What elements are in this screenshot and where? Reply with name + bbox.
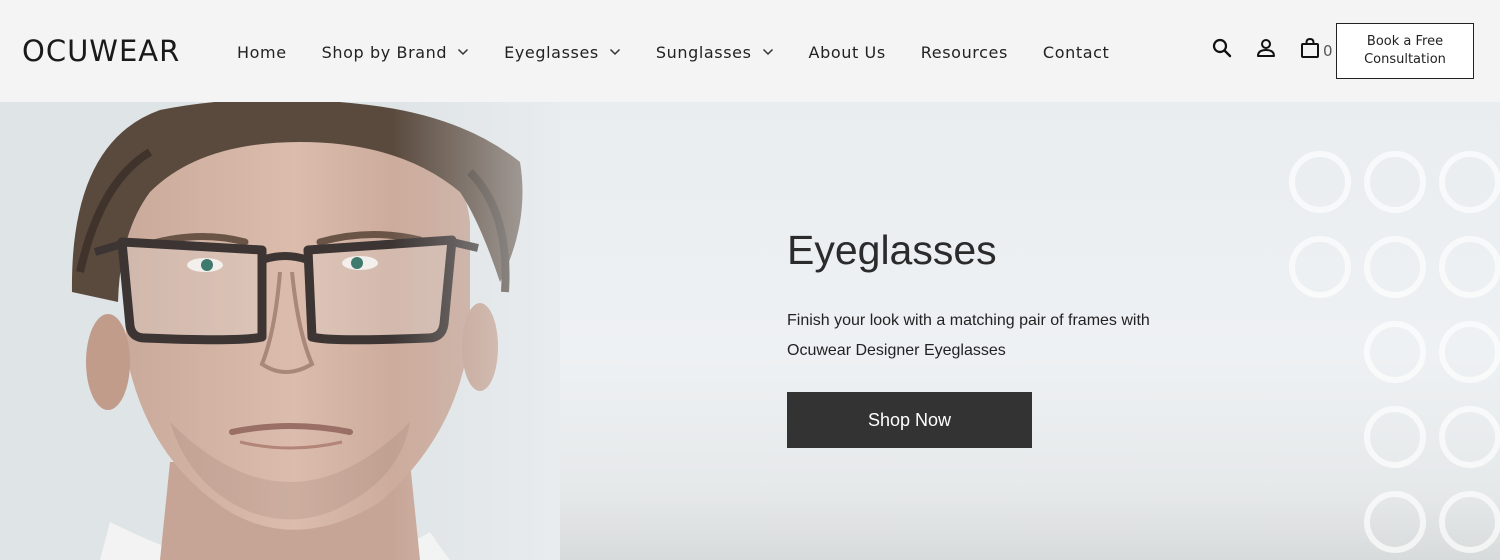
brand-logo[interactable]: OCUWEAR [22, 34, 180, 68]
nav-item-sunglasses[interactable]: Sunglasses [656, 43, 774, 62]
hero-banner: Eyeglasses Finish your look with a match… [0, 102, 1500, 560]
nav-item-contact[interactable]: Contact [1043, 43, 1109, 62]
main-nav: Home Shop by Brand Eyeglasses Sunglasses… [237, 40, 1144, 64]
book-consultation-button[interactable]: Book a Free Consultation [1336, 23, 1474, 79]
header-icons: 0 [1210, 36, 1333, 60]
hero-image [0, 102, 560, 560]
nav-item-label: Contact [1042, 42, 1110, 62]
shopping-bag-icon[interactable] [1298, 36, 1322, 60]
nav-item-label: About Us [808, 42, 886, 62]
nav-item-label: Home [237, 42, 287, 62]
decorative-rings [1289, 151, 1500, 553]
hero-description: Finish your look with a matching pair of… [787, 312, 1150, 359]
nav-item-label: Shop by Brand [321, 42, 448, 62]
nav-item-resources[interactable]: Resources [921, 43, 1008, 62]
site-header: OCUWEAR Home Shop by Brand Eyeglasses Su… [0, 0, 1500, 102]
cart-count: 0 [1323, 42, 1333, 60]
nav-item-label: Sunglasses [655, 42, 752, 62]
search-icon[interactable] [1210, 36, 1234, 60]
chevron-down-icon [762, 48, 773, 56]
user-icon[interactable] [1254, 36, 1278, 60]
chevron-down-icon [609, 48, 620, 56]
nav-item-label: Resources [920, 42, 1008, 62]
nav-item-home[interactable]: Home [237, 43, 287, 62]
nav-item-label: Eyeglasses [504, 42, 599, 62]
shop-now-button[interactable]: Shop Now [787, 392, 1032, 448]
nav-item-eyeglasses[interactable]: Eyeglasses [504, 43, 621, 62]
nav-item-shop-by-brand[interactable]: Shop by Brand [322, 43, 470, 62]
chevron-down-icon [458, 48, 469, 56]
nav-item-about-us[interactable]: About Us [809, 43, 886, 62]
hero-title: Eyeglasses [787, 227, 997, 273]
